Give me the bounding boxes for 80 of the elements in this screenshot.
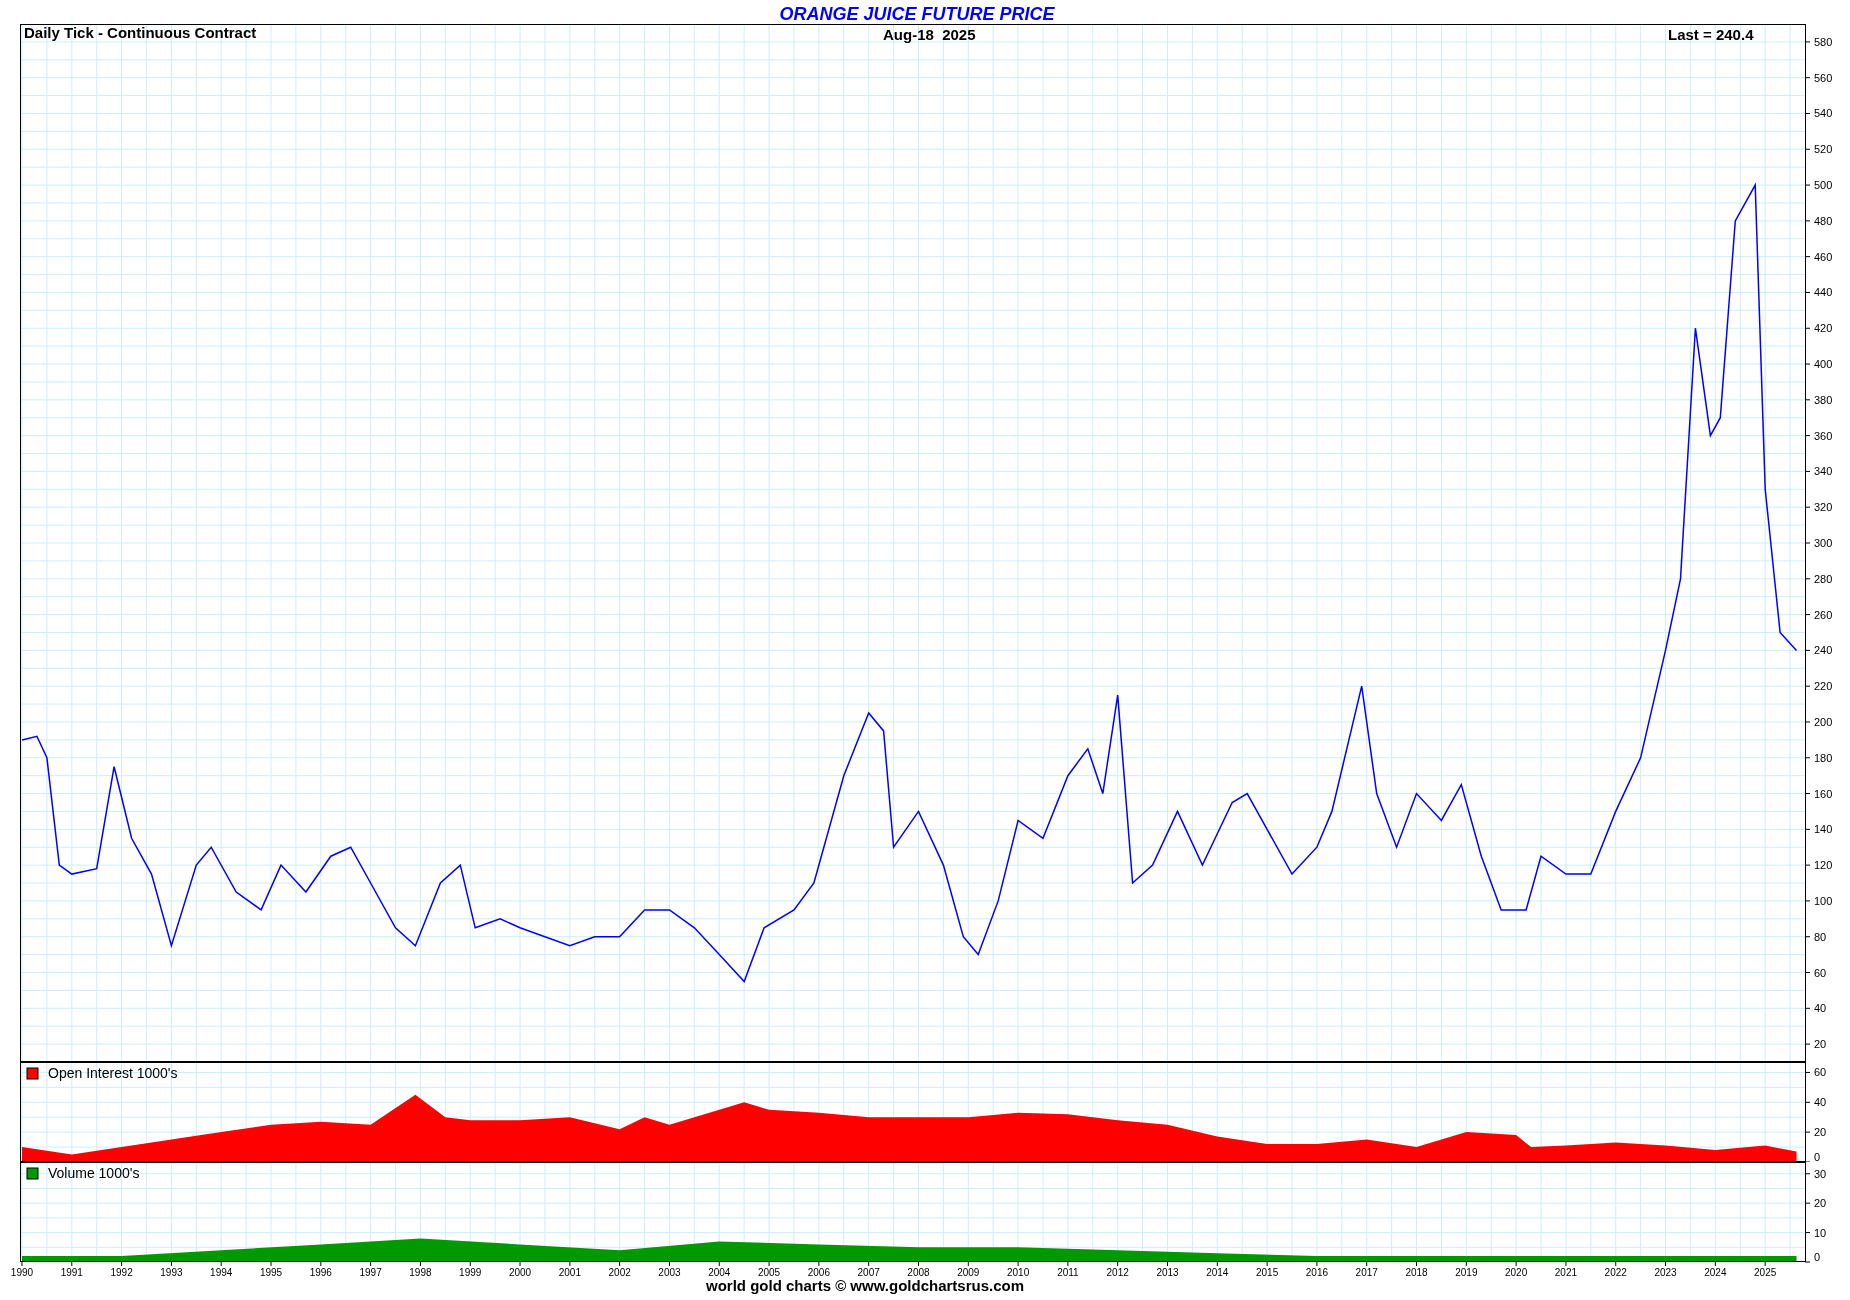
y-tick-label: 20: [1814, 1038, 1827, 1051]
y-tick-label: 520: [1814, 143, 1833, 156]
x-tick-label: 2007: [857, 1267, 880, 1278]
y-tick-label: 10: [1814, 1226, 1827, 1239]
y-tick-label: 220: [1814, 680, 1833, 693]
x-tick-label: 2020: [1505, 1267, 1528, 1278]
y-tick-label: 200: [1814, 715, 1833, 728]
y-tick-label: 500: [1814, 179, 1833, 192]
y-tick-label: 30: [1814, 1167, 1827, 1180]
x-tick-label: 2023: [1654, 1267, 1677, 1278]
x-tick-label: 2013: [1156, 1267, 1179, 1278]
y-tick-label: 20: [1814, 1126, 1827, 1139]
x-tick-label: 2024: [1704, 1267, 1727, 1278]
y-tick-label: 480: [1814, 214, 1833, 227]
y-tick-label: 140: [1814, 823, 1833, 836]
x-tick-label: 2006: [807, 1267, 830, 1278]
y-tick-label: 80: [1814, 930, 1827, 943]
footer-credit: world gold charts © www.goldchartsrus.com: [705, 1278, 1024, 1294]
y-tick-label: 0: [1814, 1251, 1821, 1263]
x-tick-label: 1999: [459, 1267, 482, 1278]
x-tick-label: 1992: [110, 1267, 133, 1278]
y-tick-label: 180: [1814, 751, 1833, 764]
x-tick-label: 1993: [160, 1267, 183, 1278]
y-tick-label: 60: [1814, 966, 1827, 979]
x-tick-label: 2015: [1256, 1267, 1279, 1278]
y-tick-label: 280: [1814, 572, 1833, 585]
x-tick-label: 2022: [1604, 1267, 1627, 1278]
x-tick-label: 1991: [60, 1267, 83, 1278]
x-tick-label: 1998: [409, 1267, 432, 1278]
x-tick-label: 2018: [1405, 1267, 1428, 1278]
x-tick-label: 2011: [1057, 1267, 1079, 1278]
x-tick-label: 2014: [1206, 1267, 1229, 1278]
x-tick-label: 2008: [907, 1267, 930, 1278]
x-tick-label: 1990: [10, 1267, 34, 1278]
legend-label: Volume 1000's: [48, 1165, 140, 1181]
x-tick-label: 2003: [658, 1267, 681, 1278]
y-tick-label: 300: [1814, 537, 1833, 549]
legend-label: Open Interest 1000's: [48, 1065, 178, 1081]
x-tick-label: 2002: [608, 1267, 631, 1278]
x-tick-label: 1994: [210, 1267, 233, 1278]
x-tick-label: 1996: [309, 1267, 332, 1278]
x-tick-label: 2019: [1455, 1267, 1478, 1278]
y-tick-label: 240: [1814, 644, 1833, 657]
y-tick-label: 460: [1814, 250, 1833, 263]
x-tick-label: 1995: [259, 1267, 283, 1278]
y-tick-label: 40: [1814, 1096, 1827, 1109]
y-tick-label: 400: [1814, 358, 1833, 371]
y-tick-label: 160: [1814, 787, 1833, 800]
y-tick-label: 540: [1814, 107, 1833, 120]
y-tick-label: 360: [1814, 429, 1833, 442]
y-tick-label: 60: [1814, 1066, 1827, 1079]
chart-title: ORANGE JUICE FUTURE PRICE: [779, 4, 1055, 24]
y-tick-label: 0: [1814, 1151, 1821, 1162]
x-tick-label: 2000: [508, 1267, 532, 1278]
y-tick-label: 580: [1814, 35, 1833, 48]
x-tick-label: 2009: [957, 1267, 980, 1278]
x-tick-label: 2021: [1554, 1267, 1578, 1278]
x-tick-label: 2004: [708, 1267, 731, 1278]
chart-date: Aug-18 2025: [883, 26, 976, 44]
x-tick-label: 2005: [757, 1267, 781, 1278]
x-tick-label: 2016: [1305, 1267, 1329, 1278]
y-tick-label: 340: [1814, 465, 1833, 478]
chart-subtitle: Daily Tick - Continuous Contract: [24, 24, 257, 42]
y-tick-label: 420: [1814, 322, 1833, 335]
x-tick-label: 2001: [558, 1267, 581, 1278]
x-tick-label: 2025: [1754, 1267, 1777, 1278]
y-tick-label: 100: [1814, 894, 1833, 907]
y-tick-label: 320: [1814, 501, 1833, 514]
x-tick-label: 2017: [1355, 1267, 1378, 1278]
last-price: Last = 240.4: [1668, 26, 1754, 44]
y-tick-label: 440: [1814, 286, 1833, 299]
x-tick-label: 2010: [1006, 1267, 1030, 1278]
y-tick-label: 380: [1814, 393, 1833, 406]
y-tick-label: 40: [1814, 1002, 1827, 1015]
x-tick-label: 2012: [1106, 1267, 1129, 1278]
y-tick-label: 560: [1814, 71, 1833, 84]
y-tick-label: 260: [1814, 608, 1833, 621]
y-tick-label: 20: [1814, 1197, 1827, 1210]
x-tick-label: 1997: [359, 1267, 382, 1278]
y-tick-label: 120: [1814, 859, 1833, 872]
